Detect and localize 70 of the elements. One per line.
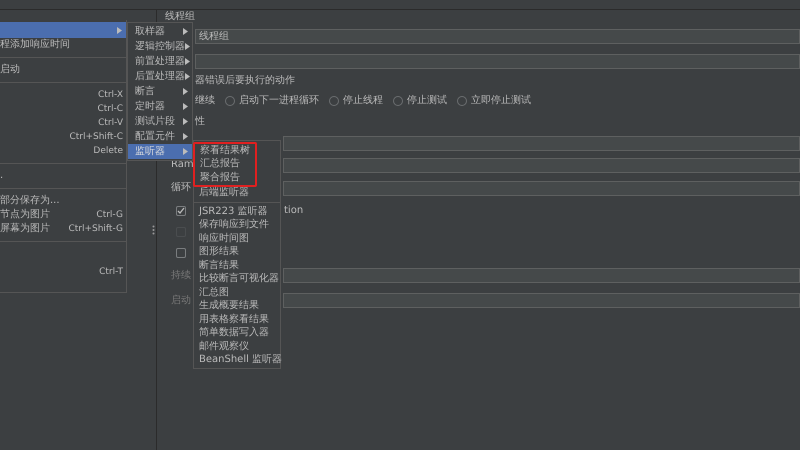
radio-label: 继续 [195,96,215,106]
menu-item[interactable]: 部分保存为... [0,194,126,208]
menu-item[interactable]: Ctrl-X [0,88,126,102]
menu-item[interactable]: 保存响应到文件 [199,220,269,230]
checkbox[interactable] [176,248,186,258]
menu-item[interactable]: 断言结果 [199,260,239,271]
input-field[interactable] [283,268,800,283]
menu-item[interactable]: 定时器 [128,99,192,114]
menu-item[interactable]: 节点为图片 Ctrl-G [0,208,126,222]
menu-item[interactable]: 比较断言可视化器 [199,274,279,284]
submenu-arrow-icon [183,118,188,125]
field-label: 启动 [171,294,191,306]
input-field[interactable] [283,136,800,150]
menu-item[interactable]: 邮件观察仪 [199,342,249,352]
submenu-arrow-icon [183,28,188,35]
submenu-arrow-icon [183,133,188,140]
submenu-arrow-icon [183,148,188,155]
menu-item[interactable]: Delete [0,144,126,158]
menu-item[interactable]: . [0,169,126,183]
field-label: 持续 [171,270,191,280]
menu-item[interactable]: 简单数据写入器 [199,328,269,338]
input-field[interactable] [283,180,800,196]
menu-item[interactable]: 后端监听器 [199,188,249,198]
menu-item[interactable]: Ctrl-V [0,116,126,130]
menu-item[interactable]: 监听器 [128,144,192,159]
input-field[interactable] [283,293,800,308]
checkbox[interactable] [176,206,186,216]
submenu-arrow-icon [183,88,188,95]
menu-item[interactable]: JSR223 监听器 [199,206,268,217]
menu-item[interactable]: 取样器 [128,24,192,39]
input-field[interactable] [283,158,800,172]
radio-option[interactable]: 启动下一进程循环 [225,96,319,106]
section-label: 性 [195,117,205,127]
section-label: 器错误后要执行的动作 [195,76,295,86]
splitter-grip-icon[interactable] [152,225,154,235]
radio-option[interactable]: 停止测试 [393,96,447,106]
menu-item[interactable]: 汇总图 [199,288,229,298]
menu-item[interactable]: 后置处理器 [128,69,192,84]
menu-item[interactable]: 前置处理器 [128,54,192,69]
submenu-arrow-icon [183,103,188,110]
submenu-arrow-icon [185,73,190,80]
submenu-arrow-icon [185,43,190,50]
checkbox-label: tion [284,206,304,216]
radio-option[interactable]: 立即停止测试 [457,96,531,106]
menu-item[interactable]: 图形结果 [199,247,239,258]
menu-item[interactable] [0,22,126,38]
menu-item[interactable]: 测试片段 [128,114,192,129]
menu-item[interactable]: 程添加响应时间 [0,38,126,52]
menu-item[interactable]: 生成概要结果 [199,301,259,312]
menu-item[interactable]: Ctrl-T [0,265,126,279]
panel-title: 线程组 [165,12,195,22]
menu-item[interactable]: Ctrl+Shift-C [0,130,126,144]
submenu-arrow-icon [117,26,122,34]
input-field[interactable]: 线程组 [195,29,800,44]
field-label: 循环 [171,182,191,193]
menu-item[interactable]: 响应时间图 [199,234,249,244]
menu-item[interactable]: 启动 [0,63,126,77]
menu-item[interactable]: BeanShell 监听器 [199,355,282,366]
menu-item[interactable]: 汇总报告 [200,159,240,170]
menu-item[interactable]: Ctrl-C [0,102,126,116]
submenu-arrow-icon [185,58,190,65]
menu-item[interactable]: 聚合报告 [200,172,240,183]
menu-item[interactable]: 断言 [128,84,192,99]
menu-item[interactable]: 逻辑控制器 [128,39,192,54]
radio-option[interactable]: 停止线程 [329,96,383,106]
input-field[interactable] [195,54,800,69]
menu-item[interactable]: 察看结果树 [200,146,250,156]
menu-item[interactable]: 屏幕为图片 Ctrl+Shift-G [0,222,126,236]
menu-item[interactable]: 用表格察看结果 [199,314,269,325]
menu-item[interactable]: 配置元件 [128,129,192,144]
